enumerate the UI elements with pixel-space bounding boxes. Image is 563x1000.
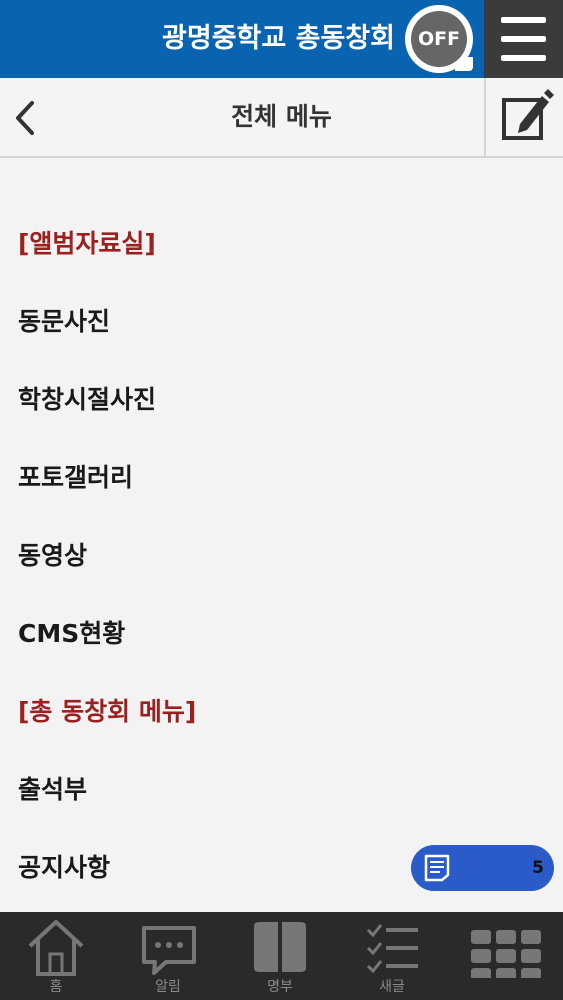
home-icon <box>28 920 84 976</box>
checklist-icon <box>366 924 418 974</box>
menu-item-school-days-photos[interactable]: 학창시절사진 <box>18 382 156 418</box>
menu-item-cms-status[interactable]: CMS현황 <box>18 616 125 652</box>
full-menu-list: [앨범자료실] 동문사진 학창시절사진 포토갤러리 동영상 CMS현황 [총 동… <box>0 160 563 912</box>
off-toggle-button[interactable]: OFF <box>405 5 473 73</box>
hamburger-menu-button[interactable] <box>484 0 563 78</box>
app-title: 광명중학교 총동창회 <box>162 23 395 54</box>
page-title: 전체 메뉴 <box>231 102 332 131</box>
nav-notifications[interactable]: 알림 <box>112 912 224 1000</box>
new-posts-count: 5 <box>532 858 544 878</box>
new-posts-floating-button[interactable]: 5 <box>411 845 554 891</box>
nav-new-posts[interactable]: 새글 <box>336 912 448 1000</box>
sub-header: 전체 메뉴 <box>0 78 563 158</box>
compose-icon <box>502 89 554 140</box>
menu-item-notices[interactable]: 공지사항 <box>18 850 110 886</box>
nav-home[interactable]: 홈 <box>0 912 112 1000</box>
menu-item-photo-gallery[interactable]: 포토갤러리 <box>18 460 133 496</box>
menu-item-videos[interactable]: 동영상 <box>18 538 87 574</box>
nav-new-posts-label: 새글 <box>379 979 405 995</box>
nav-directory[interactable]: 명부 <box>224 912 336 1000</box>
off-label: OFF <box>411 11 467 67</box>
chat-bubble-icon <box>142 926 196 975</box>
nav-home-label: 홈 <box>49 979 63 995</box>
menu-item-alumni-photos[interactable]: 동문사진 <box>18 304 110 340</box>
book-icon <box>254 922 306 972</box>
compose-button[interactable] <box>484 78 563 156</box>
bottom-navigation: 홈 알림 명부 새글 <box>0 912 563 1000</box>
nav-notifications-label: 알림 <box>155 979 181 995</box>
nav-more-apps[interactable] <box>451 912 563 1000</box>
section-header-alumni-menu: [총 동창회 메뉴] <box>18 697 197 726</box>
top-bar: 광명중학교 총동창회 OFF <box>0 0 563 78</box>
section-header-album: [앨범자료실] <box>18 229 156 258</box>
grid-icon <box>471 930 541 978</box>
menu-item-attendance[interactable]: 출석부 <box>18 772 87 808</box>
document-list-icon <box>424 854 450 882</box>
nav-directory-label: 명부 <box>267 979 293 995</box>
